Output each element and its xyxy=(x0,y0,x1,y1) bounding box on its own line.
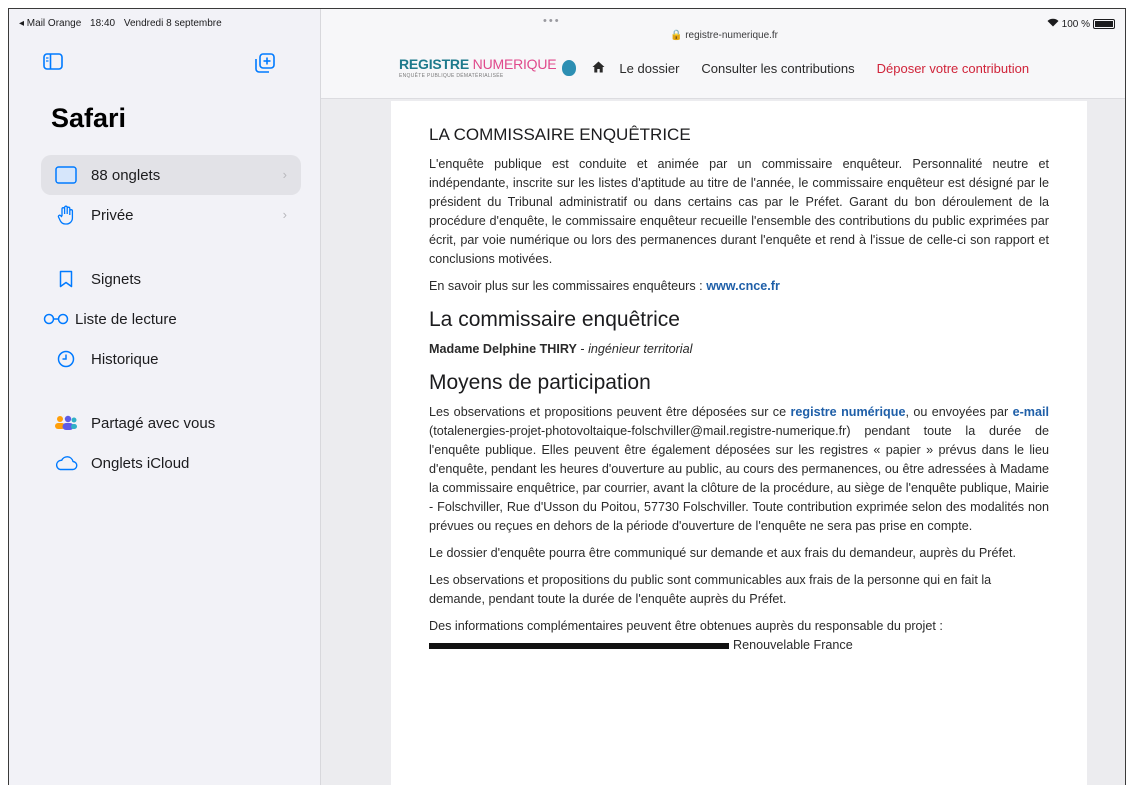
bookmark-icon xyxy=(53,268,79,290)
section-heading: La commissaire enquêtrice xyxy=(429,308,680,331)
people-icon xyxy=(53,412,79,434)
redaction-bar xyxy=(429,642,729,649)
sidebar-item-reading-list[interactable]: Liste de lecture xyxy=(41,299,301,339)
site-logo[interactable]: REGISTRE NUMERIQUE ENQUÊTE PUBLIQUE DÉMA… xyxy=(399,57,557,79)
nav-link-dossier[interactable]: Le dossier xyxy=(619,61,679,76)
chevron-right-icon: › xyxy=(282,167,287,182)
status-bar-right: 100 % xyxy=(1047,18,1115,30)
glasses-icon xyxy=(41,308,71,330)
sidebar-toggle-icon[interactable] xyxy=(43,53,65,73)
sidebar-item-label: Liste de lecture xyxy=(75,310,177,328)
nav-link-submit-contribution[interactable]: Déposer votre contribution xyxy=(877,61,1029,76)
article-content: LA COMMISSAIRE ENQUÊTRICE L'enquête publ… xyxy=(391,101,1087,785)
sidebar-item-label: 88 onglets xyxy=(91,166,161,184)
sidebar-item-history[interactable]: Historique xyxy=(41,339,301,379)
browser-main: ••• 🔒 registre-numerique.fr 100 % REGIST… xyxy=(321,9,1125,785)
site-navigation: REGISTRE NUMERIQUE ENQUÊTE PUBLIQUE DÉMA… xyxy=(399,57,1029,79)
address-bar[interactable]: 🔒 registre-numerique.fr xyxy=(321,30,1125,41)
clock-icon xyxy=(53,348,79,370)
sidebar-item-label: Privée xyxy=(91,206,134,224)
sidebar-item-bookmarks[interactable]: Signets xyxy=(41,259,301,299)
registre-numerique-link[interactable]: registre numérique xyxy=(790,405,905,419)
paragraph: L'enquête publique est conduite et animé… xyxy=(429,157,1049,266)
paragraph: En savoir plus sur les commissaires enqu… xyxy=(429,279,780,293)
multitasking-dots[interactable]: ••• xyxy=(543,15,561,27)
status-date: Vendredi 8 septembre xyxy=(123,18,222,29)
cnce-link[interactable]: www.cnce.fr xyxy=(706,279,780,293)
safari-sidebar: ◂ Mail Orange 18:40 Vendredi 8 septembre… xyxy=(9,9,321,785)
sidebar-item-label: Historique xyxy=(91,350,159,368)
sidebar-title: Safari xyxy=(51,103,127,133)
sidebar-item-label: Partagé avec vous xyxy=(91,414,216,432)
sidebar-item-shared[interactable]: Partagé avec vous xyxy=(41,403,301,443)
hand-icon xyxy=(53,204,79,226)
sidebar-list: 88 onglets › Privée › Signets Liste de l… xyxy=(41,155,301,483)
tabs-icon xyxy=(53,164,79,186)
ipad-screen: ◂ Mail Orange 18:40 Vendredi 8 septembre… xyxy=(8,8,1126,785)
sidebar-item-label: Onglets iCloud xyxy=(91,454,190,472)
sidebar-item-private[interactable]: Privée › xyxy=(41,195,301,235)
sidebar-item-label: Signets xyxy=(91,270,142,288)
status-time: 18:40 xyxy=(90,18,116,29)
commissioner-info: Madame Delphine THIRY - ingénieur territ… xyxy=(429,342,693,356)
chevron-right-icon: › xyxy=(282,207,287,222)
battery-percent: 100 % xyxy=(1061,18,1090,30)
paragraph: Des informations complémentaires peuvent… xyxy=(429,619,943,633)
back-to-app[interactable]: ◂ Mail Orange xyxy=(19,18,81,29)
status-bar-left: ◂ Mail Orange 18:40 Vendredi 8 septembre xyxy=(19,18,228,29)
cloud-icon xyxy=(53,452,79,474)
battery-icon xyxy=(1093,19,1115,29)
section-heading: LA COMMISSAIRE ENQUÊTRICE xyxy=(429,125,691,144)
sidebar-item-icloud-tabs[interactable]: Onglets iCloud xyxy=(41,443,301,483)
sidebar-item-tabs[interactable]: 88 onglets › xyxy=(41,155,301,195)
paragraph: Les observations et propositions peuvent… xyxy=(429,405,1050,533)
logo-mark-icon xyxy=(562,60,577,76)
paragraph: Le dossier d'enquête pourra être communi… xyxy=(429,546,1016,560)
new-tab-group-icon[interactable] xyxy=(255,53,277,73)
paragraph: Les observations et propositions du publ… xyxy=(429,573,992,606)
wifi-icon xyxy=(1047,18,1059,30)
home-icon[interactable] xyxy=(592,61,605,76)
paragraph-cut: Renouvelable France xyxy=(429,636,1049,655)
section-heading: Moyens de participation xyxy=(429,371,651,394)
email-link[interactable]: e-mail xyxy=(1013,405,1049,419)
nav-link-contributions[interactable]: Consulter les contributions xyxy=(701,61,854,76)
browser-toolbar: ••• 🔒 registre-numerique.fr 100 % REGIST… xyxy=(321,9,1125,99)
